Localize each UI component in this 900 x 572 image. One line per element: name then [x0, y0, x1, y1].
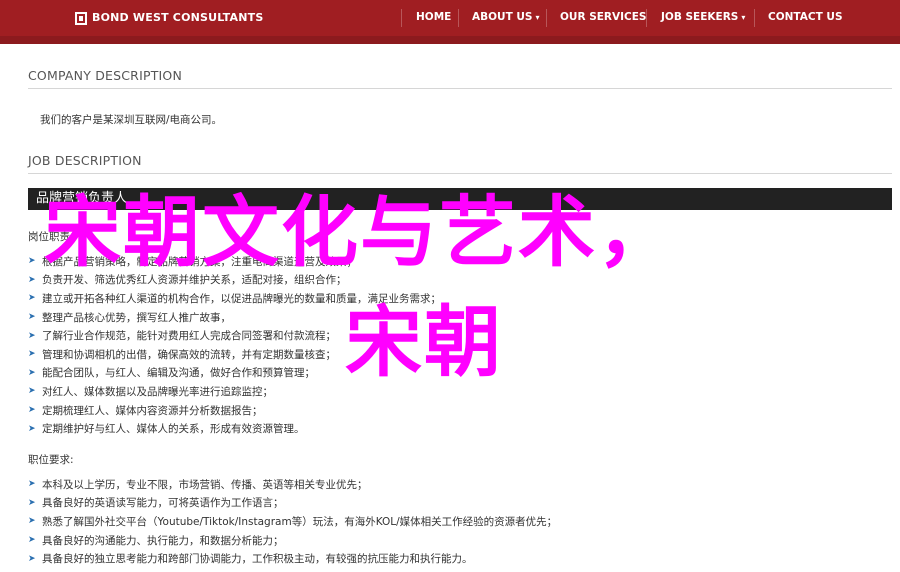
nav-item-label: JOB SEEKERS [661, 11, 739, 23]
nav-item-label: OUR SERVICES [560, 11, 647, 23]
nav-divider [646, 9, 647, 27]
bullet-arrow-icon: ➤ [28, 293, 36, 304]
nav-divider [458, 9, 459, 27]
bullet-arrow-icon: ➤ [28, 367, 36, 378]
nav-item-our-services[interactable]: OUR SERVICES [560, 11, 647, 23]
bullet-arrow-icon: ➤ [28, 312, 36, 323]
chevron-down-icon: ▾ [741, 13, 746, 22]
list-item-text: 熟悉了解国外社交平台（Youtube/Tiktok/Instagram等）玩法，… [42, 515, 558, 528]
list-item-text: 了解行业合作规范，能针对费用红人完成合同签署和付款流程； [42, 330, 336, 343]
job-description-heading: JOB DESCRIPTION [28, 153, 142, 168]
nav-item-label: HOME [416, 11, 452, 23]
list-item: ➤ 本科及以上学历，专业不限，市场营销、传播、英语等相关专业优先； [28, 475, 557, 494]
nav-divider [401, 9, 402, 27]
bullet-arrow-icon: ➤ [28, 349, 36, 360]
list-item-text: 整理产品核心优势，撰写红人推广故事， [42, 311, 231, 324]
list-item-text: 管理和协调相机的出借，确保高效的流转，并有定期数量核查； [42, 348, 336, 361]
top-navigation-sub-strip [0, 36, 900, 44]
section-divider [28, 88, 892, 89]
list-item-text: 具备良好的沟通能力、执行能力，和数据分析能力； [42, 534, 284, 547]
bullet-arrow-icon: ➤ [28, 479, 36, 490]
list-item: ➤ 定期梳理红人、媒体内容资源并分析数据报告； [28, 401, 441, 420]
bullet-arrow-icon: ➤ [28, 497, 36, 508]
bullet-arrow-icon: ➤ [28, 330, 36, 341]
requirements-label: 职位要求: [28, 454, 74, 466]
list-item-text: 本科及以上学历，专业不限，市场营销、传播、英语等相关专业优先； [42, 478, 368, 491]
nav-divider [546, 9, 547, 27]
list-item-text: 对红人、媒体数据以及品牌曝光率进行追踪监控； [42, 385, 273, 398]
company-description-text: 我们的客户是某深圳互联网/电商公司。 [40, 114, 223, 126]
list-item: ➤ 熟悉了解国外社交平台（Youtube/Tiktok/Instagram等）玩法… [28, 512, 557, 531]
bullet-arrow-icon: ➤ [28, 256, 36, 267]
overlay-headline-line2: 宋朝 [345, 299, 503, 388]
list-item: ➤ 具备良好的独立思考能力和跨部门协调能力，工作积极主动，有较强的抗压能力和执行能… [28, 549, 557, 568]
main-nav: HOME ABOUT US ▾ OUR SERVICES JOB SEEKERS ▾… [0, 9, 900, 27]
list-item-text: 能配合团队，与红人、编辑及沟通，做好合作和预算管理； [42, 367, 315, 380]
nav-item-about-us[interactable]: ABOUT US ▾ [472, 11, 540, 23]
overlay-headline-line1: 宋朝文化与艺术， [44, 189, 676, 278]
list-item-text: 定期梳理红人、媒体内容资源并分析数据报告； [42, 404, 263, 417]
list-item-text: 具备良好的英语读写能力，可将英语作为工作语言； [42, 497, 284, 510]
list-item: ➤ 定期维护好与红人、媒体人的关系，形成有效资源管理。 [28, 419, 441, 438]
bullet-arrow-icon: ➤ [28, 553, 36, 564]
nav-item-contact-us[interactable]: CONTACT US [768, 11, 843, 23]
nav-divider [754, 9, 755, 27]
bullet-arrow-icon: ➤ [28, 423, 36, 434]
company-description-heading: COMPANY DESCRIPTION [28, 68, 183, 83]
bullet-arrow-icon: ➤ [28, 405, 36, 416]
chevron-down-icon: ▾ [535, 13, 540, 22]
nav-item-job-seekers[interactable]: JOB SEEKERS ▾ [661, 11, 745, 23]
bullet-arrow-icon: ➤ [28, 386, 36, 397]
list-item-text: 定期维护好与红人、媒体人的关系，形成有效资源管理。 [42, 423, 305, 436]
bullet-arrow-icon: ➤ [28, 516, 36, 527]
list-item: ➤ 具备良好的沟通能力、执行能力，和数据分析能力； [28, 531, 557, 550]
requirements-list: ➤ 本科及以上学历，专业不限，市场营销、传播、英语等相关专业优先； ➤ 具备良好的英… [28, 475, 557, 568]
nav-item-label: ABOUT US [472, 11, 533, 23]
list-item-text: 具备良好的独立思考能力和跨部门协调能力，工作积极主动，有较强的抗压能力和执行能力… [42, 553, 473, 566]
bullet-arrow-icon: ➤ [28, 535, 36, 546]
list-item: ➤ 具备良好的英语读写能力，可将英语作为工作语言； [28, 494, 557, 513]
section-divider [28, 173, 892, 174]
nav-item-home[interactable]: HOME [416, 11, 451, 23]
bullet-arrow-icon: ➤ [28, 274, 36, 285]
nav-item-label: CONTACT US [768, 11, 843, 23]
